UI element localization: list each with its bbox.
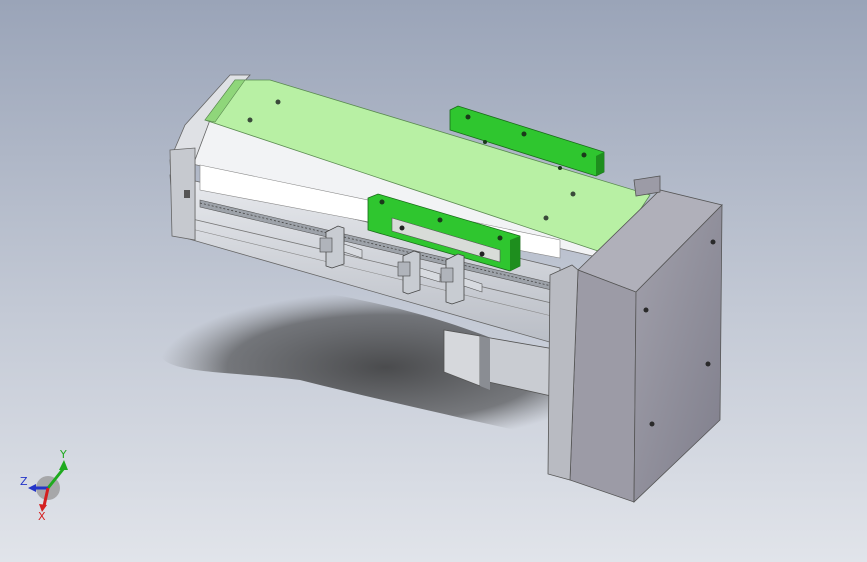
cover-screw (247, 117, 253, 123)
plate-screw (399, 225, 405, 231)
orientation-triad[interactable]: Y Z X (20, 448, 68, 523)
plate-screw (465, 114, 471, 120)
block-screw (649, 421, 655, 427)
block-screw (710, 239, 716, 245)
plate-screw (581, 152, 587, 158)
plate-screw (497, 235, 503, 241)
model-canvas[interactable]: Y Z X (0, 0, 867, 562)
cad-viewport[interactable]: Y Z X (0, 0, 867, 562)
plate-screw (521, 131, 527, 137)
plate-screw (483, 140, 487, 144)
plate-screw (437, 217, 443, 223)
x-axis-label: X (38, 510, 46, 523)
z-axis-label: Z (20, 475, 28, 488)
block-screw (705, 361, 711, 367)
cover-screw (275, 99, 281, 105)
y-axis-label: Y (59, 448, 67, 461)
end-cap-slot (184, 190, 190, 198)
plate-screw (558, 166, 562, 170)
plate-screw (479, 251, 485, 257)
block-screw (643, 307, 649, 313)
cover-screw (570, 191, 576, 197)
plate-screw (379, 199, 385, 205)
cover-screw (543, 215, 549, 221)
